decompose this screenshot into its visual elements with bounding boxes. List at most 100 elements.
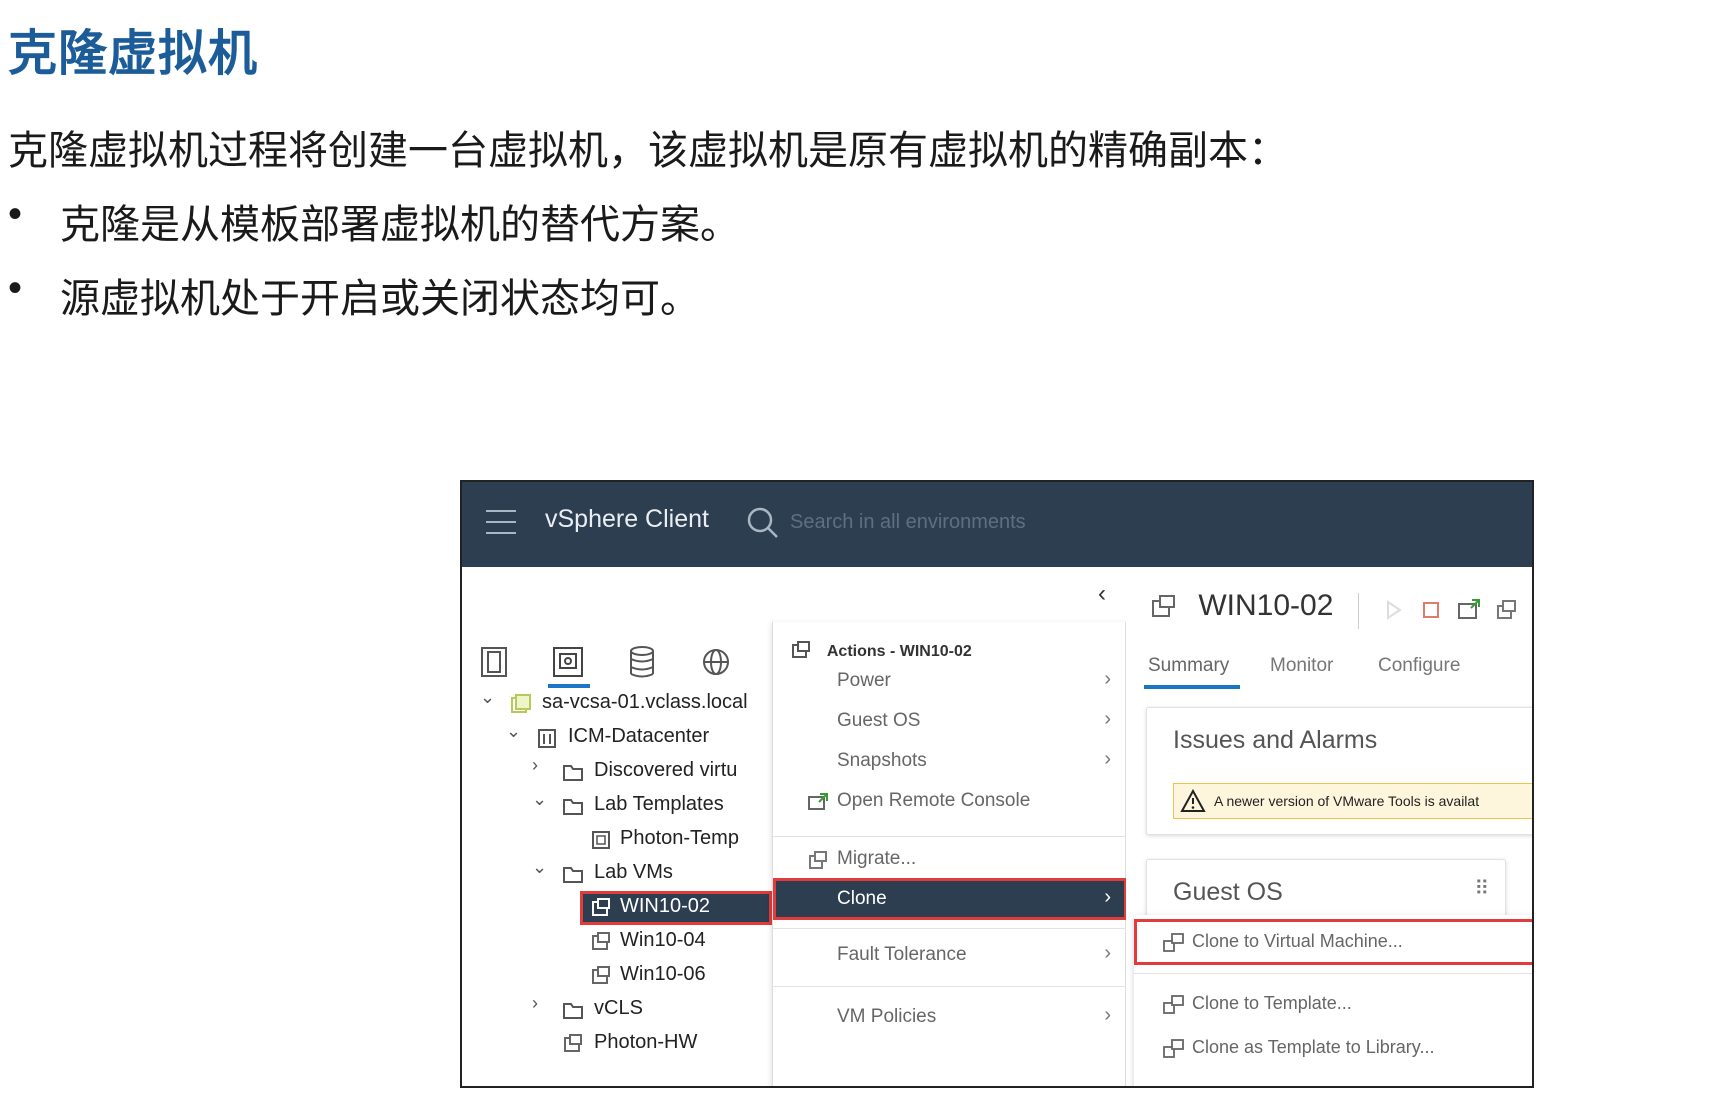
chevron-down-icon[interactable]: ⌄: [480, 687, 495, 708]
app-title: vSphere Client: [545, 505, 709, 533]
menu-item-label: Snapshots: [837, 750, 927, 771]
datacenter-icon: [538, 729, 556, 748]
card-title: Issues and Alarms: [1173, 726, 1378, 754]
chevron-right-icon: ›: [1104, 1004, 1111, 1026]
chevron-down-icon[interactable]: ⌄: [532, 857, 547, 878]
hamburger-menu-icon[interactable]: [486, 510, 516, 534]
vm-icon: [792, 641, 810, 658]
vm-icon: [1152, 595, 1175, 617]
vm-icon: [592, 966, 610, 984]
migrate-icon[interactable]: [1494, 597, 1520, 623]
tree-item-vm[interactable]: Photon-HW: [462, 1027, 772, 1061]
menu-item-open-remote-console[interactable]: Open Remote Console: [773, 780, 1127, 822]
template-icon: [592, 831, 610, 849]
bullet-dot: •: [8, 192, 23, 236]
collapse-panel-icon[interactable]: ‹: [1098, 580, 1106, 608]
chevron-right-icon[interactable]: ›: [532, 755, 538, 776]
tab-configure[interactable]: Configure: [1378, 655, 1460, 677]
menu-item-vm-policies[interactable]: VM Policies ›: [773, 996, 1127, 1038]
menu-item-power[interactable]: Power ›: [773, 660, 1127, 702]
slide-intro: 克隆虚拟机过程将创建一台虚拟机，该虚拟机是原有虚拟机的精确副本：: [8, 129, 1288, 173]
chevron-right-icon[interactable]: ›: [532, 993, 538, 1014]
vm-name: WIN10-02: [1198, 589, 1334, 622]
remote-console-icon: [808, 793, 828, 810]
tree-item-folder[interactable]: › vCLS: [462, 993, 772, 1027]
submenu-item-clone-to-library[interactable]: Clone as Template to Library...: [1134, 1025, 1532, 1071]
networking-icon[interactable]: [696, 642, 736, 682]
tree-item-label: Win10-06: [620, 963, 706, 985]
menu-divider: [773, 836, 1127, 837]
power-on-icon[interactable]: [1380, 597, 1406, 623]
submenu-item-clone-to-template[interactable]: Clone to Template...: [1134, 981, 1532, 1027]
search-icon[interactable]: [746, 506, 780, 540]
vm-icon: [592, 932, 610, 950]
actions-menu-title: Actions - WIN10-02: [826, 643, 972, 660]
submenu-item-label: Clone to Virtual Machine...: [1192, 931, 1403, 951]
bullet-text: 源虚拟机处于开启或关闭状态均可。: [60, 277, 700, 321]
vcenter-icon: [511, 694, 531, 713]
tree-item-vcenter[interactable]: ⌄ sa-vcsa-01.vclass.local: [462, 687, 772, 721]
submenu-item-clone-to-vm[interactable]: Clone to Virtual Machine...: [1134, 919, 1532, 965]
actions-menu: Actions - WIN10-02 Power › Guest OS › Sn…: [772, 622, 1127, 1086]
tree-item-folder[interactable]: › Discovered virtu: [462, 755, 772, 789]
menu-item-fault-tolerance[interactable]: Fault Tolerance ›: [773, 934, 1127, 976]
menu-item-label: Fault Tolerance: [837, 944, 967, 965]
tree-item-label: sa-vcsa-01.vclass.local: [542, 691, 748, 713]
clone-template-icon: [1163, 995, 1184, 1014]
alert-text: A newer version of VMware Tools is avail…: [1214, 793, 1480, 809]
power-off-icon[interactable]: [1418, 597, 1444, 623]
drag-handle-icon[interactable]: ⠿: [1474, 876, 1489, 901]
bullet-text: 克隆是从模板部署虚拟机的替代方案。: [60, 203, 740, 247]
tools-update-alert: A newer version of VMware Tools is avail…: [1173, 783, 1532, 819]
launch-console-icon[interactable]: [1456, 597, 1482, 623]
clone-submenu: Clone to Virtual Machine... Clone to Tem…: [1134, 915, 1532, 1086]
chevron-down-icon[interactable]: ⌄: [532, 789, 547, 810]
tab-summary[interactable]: Summary: [1148, 655, 1229, 677]
issues-alarms-card: Issues and Alarms A newer version of VMw…: [1146, 707, 1532, 835]
chevron-right-icon: ›: [1104, 668, 1111, 690]
menu-item-snapshots[interactable]: Snapshots ›: [773, 740, 1127, 782]
chevron-down-icon[interactable]: ⌄: [506, 721, 521, 742]
tree-item-label: vCLS: [594, 997, 643, 1019]
tree-item-label: WIN10-02: [620, 895, 711, 917]
menu-item-label: Guest OS: [837, 710, 921, 731]
tree-item-vm[interactable]: Win10-04: [462, 925, 772, 959]
search-input[interactable]: [790, 504, 1270, 540]
tree-item-label: Photon-HW: [594, 1031, 698, 1053]
storage-icon[interactable]: [622, 642, 662, 682]
folder-icon: [563, 1003, 583, 1019]
vms-templates-icon[interactable]: [548, 642, 588, 682]
menu-divider: [773, 928, 1127, 929]
card-title: Guest OS: [1173, 878, 1283, 906]
menu-item-migrate[interactable]: Migrate...: [773, 838, 1127, 880]
menu-divider: [1134, 973, 1532, 974]
tree-item-label: Photon-Temp: [620, 827, 739, 849]
tree-item-vm-selected[interactable]: WIN10-02: [580, 891, 772, 925]
tree-item-template[interactable]: Photon-Temp: [462, 823, 772, 857]
menu-item-label: Power: [837, 670, 891, 691]
clone-library-icon: [1163, 1039, 1184, 1058]
chevron-right-icon: ›: [1104, 886, 1111, 908]
chevron-right-icon: ›: [1104, 748, 1111, 770]
menu-item-guest-os[interactable]: Guest OS ›: [773, 700, 1127, 742]
clone-vm-icon: [1163, 933, 1184, 952]
chevron-right-icon: ›: [1104, 942, 1111, 964]
vm-icon: [592, 898, 610, 916]
submenu-item-label: Clone as Template to Library...: [1192, 1037, 1435, 1057]
bullet-dot: •: [8, 266, 23, 310]
tree-item-folder[interactable]: ⌄ Lab Templates: [462, 789, 772, 823]
app-header: vSphere Client: [462, 482, 1532, 567]
migrate-icon: [809, 851, 827, 869]
folder-icon: [563, 867, 583, 883]
slide-title: 克隆虚拟机: [8, 27, 259, 81]
tree-item-datacenter[interactable]: ⌄ ICM-Datacenter: [462, 721, 772, 755]
folder-icon: [563, 765, 583, 781]
tree-item-folder[interactable]: ⌄ Lab VMs: [462, 857, 772, 891]
tab-monitor[interactable]: Monitor: [1270, 655, 1333, 677]
menu-item-clone[interactable]: Clone ›: [773, 878, 1127, 920]
hosts-clusters-icon[interactable]: [474, 642, 514, 682]
vm-icon: [564, 1034, 582, 1052]
tree-item-vm[interactable]: Win10-06: [462, 959, 772, 993]
folder-icon: [563, 799, 583, 815]
warning-icon: [1180, 789, 1206, 812]
